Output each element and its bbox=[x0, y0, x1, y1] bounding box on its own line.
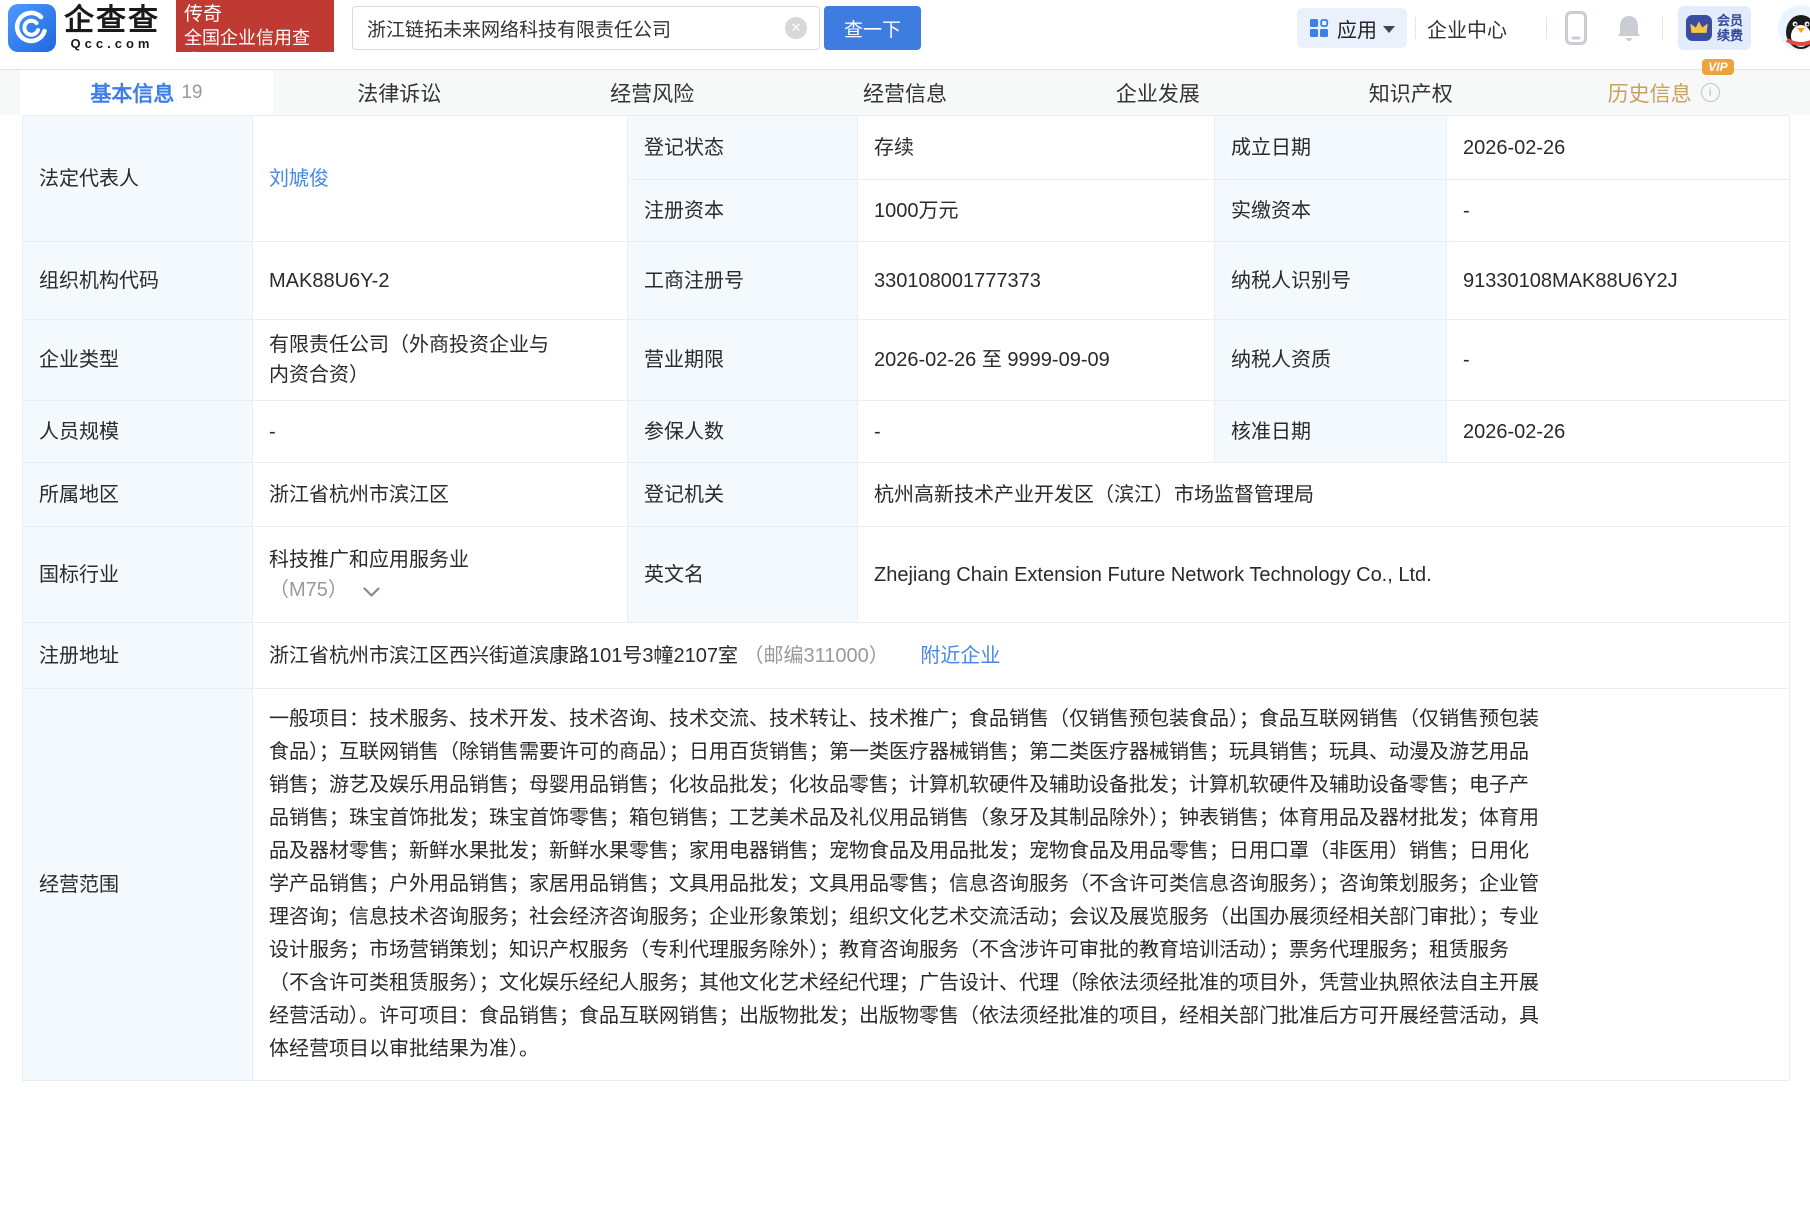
company-info-table: 法定代表人 刘虓俊 登记状态 存续 成立日期 2026-02-26 注册资本 1… bbox=[22, 115, 1790, 1081]
tab-basic-info[interactable]: 基本信息 19 bbox=[20, 70, 273, 115]
tab-operation-info[interactable]: 经营信息 bbox=[779, 70, 1032, 115]
field-label-english-name: 英文名 bbox=[628, 527, 858, 623]
bell-icon bbox=[1616, 14, 1642, 42]
field-value-reg-capital: 1000万元 bbox=[858, 180, 1215, 242]
field-label-reg-capital: 注册资本 bbox=[628, 180, 858, 242]
field-value-industry: 科技推广和应用服务业 （M75） bbox=[253, 527, 628, 623]
top-header: 企查查 Qcc.com 传奇 全国企业信用查询 ✕ 查一下 应用 企业中心 bbox=[0, 0, 1810, 56]
search-box: ✕ bbox=[352, 6, 820, 50]
notifications-button[interactable] bbox=[1616, 14, 1642, 47]
header-divider bbox=[1415, 17, 1416, 39]
field-label-biz-term: 营业期限 bbox=[628, 320, 858, 401]
nearby-companies-link[interactable]: 附近企业 bbox=[920, 645, 1000, 667]
tab-operation-risk[interactable]: 经营风险 bbox=[526, 70, 779, 115]
field-value-legal-rep: 刘虓俊 bbox=[253, 116, 628, 242]
field-label-insured-count: 参保人数 bbox=[628, 401, 858, 463]
field-value-est-date: 2026-02-26 bbox=[1447, 116, 1790, 180]
tab-company-development[interactable]: 企业发展 bbox=[1031, 70, 1284, 115]
field-value-taxpayer-qual: - bbox=[1447, 320, 1790, 401]
field-label-staff-size: 人员规模 bbox=[23, 401, 253, 463]
field-value-reg-status: 存续 bbox=[858, 116, 1215, 180]
apps-label: 应用 bbox=[1337, 14, 1377, 43]
logo-title: 企查查 bbox=[64, 5, 160, 37]
field-label-legal-rep: 法定代表人 bbox=[23, 116, 253, 242]
qcc-logo-icon bbox=[8, 4, 56, 52]
field-label-org-code: 组织机构代码 bbox=[23, 242, 253, 320]
field-label-taxpayer-id: 纳税人识别号 bbox=[1215, 242, 1447, 320]
field-value-taxpayer-id: 91330108MAK88U6Y2J bbox=[1447, 242, 1790, 320]
chevron-down-icon[interactable] bbox=[363, 587, 380, 598]
field-label-est-date: 成立日期 bbox=[1215, 116, 1447, 180]
field-value-reg-authority: 杭州高新技术产业开发区（滨江）市场监督管理局 bbox=[858, 463, 1790, 527]
industry-code: （M75） bbox=[269, 579, 348, 601]
field-value-org-code: MAK88U6Y-2 bbox=[253, 242, 628, 320]
field-value-staff-size: - bbox=[253, 401, 628, 463]
field-label-industry: 国标行业 bbox=[23, 527, 253, 623]
legal-rep-link[interactable]: 刘虓俊 bbox=[269, 168, 329, 190]
address-postcode: （邮编311000） bbox=[744, 645, 889, 667]
tab-count: 19 bbox=[181, 82, 202, 104]
field-value-business-scope: 一般项目：技术服务、技术开发、技术咨询、技术交流、技术转让、技术推广；食品销售（… bbox=[253, 689, 1790, 1081]
address-text: 浙江省杭州市滨江区西兴街道滨康路101号3幢2107室 bbox=[269, 645, 738, 667]
crown-icon bbox=[1686, 15, 1712, 41]
field-label-reg-status: 登记状态 bbox=[628, 116, 858, 180]
field-value-biz-reg-no: 330108001777373 bbox=[858, 242, 1215, 320]
field-value-region: 浙江省杭州市滨江区 bbox=[253, 463, 628, 527]
tab-history-info[interactable]: 历史信息 VIP i bbox=[1537, 70, 1790, 115]
tab-label: 基本信息 bbox=[90, 78, 174, 108]
qcc-logo[interactable]: 企查查 Qcc.com bbox=[8, 4, 160, 52]
vip-label-line2: 续费 bbox=[1717, 28, 1743, 43]
header-divider bbox=[1546, 17, 1547, 39]
vip-badge: VIP bbox=[1702, 59, 1733, 75]
field-value-english-name: Zhejiang Chain Extension Future Network … bbox=[858, 527, 1790, 623]
field-value-approval-date: 2026-02-26 bbox=[1447, 401, 1790, 463]
apps-grid-icon bbox=[1309, 18, 1329, 38]
mobile-app-button[interactable] bbox=[1565, 11, 1587, 50]
section-tabbar: 基本信息 19 法律诉讼 经营风险 经营信息 企业发展 知识产权 历史信息 VI… bbox=[0, 69, 1810, 115]
business-scope-text: 一般项目：技术服务、技术开发、技术咨询、技术交流、技术转让、技术推广；食品销售（… bbox=[269, 699, 1541, 1070]
logo-subtitle: Qcc.com bbox=[71, 37, 154, 51]
field-label-approval-date: 核准日期 bbox=[1215, 401, 1447, 463]
phone-icon bbox=[1565, 11, 1587, 45]
field-value-biz-term: 2026-02-26 至 9999-09-09 bbox=[858, 320, 1215, 401]
search-clear-icon[interactable]: ✕ bbox=[785, 17, 807, 39]
field-label-region: 所属地区 bbox=[23, 463, 253, 527]
enterprise-center-link[interactable]: 企业中心 bbox=[1427, 14, 1507, 43]
tab-label: 历史信息 bbox=[1608, 78, 1692, 108]
field-label-company-type: 企业类型 bbox=[23, 320, 253, 401]
field-value-company-type: 有限责任公司（外商投资企业与内资合资） bbox=[253, 320, 628, 401]
field-value-paid-capital: - bbox=[1447, 180, 1790, 242]
tab-label: 法律诉讼 bbox=[357, 78, 441, 108]
penguin-avatar[interactable] bbox=[1778, 5, 1810, 51]
field-value-address: 浙江省杭州市滨江区西兴街道滨康路101号3幢2107室 （邮编311000） 附… bbox=[253, 623, 1790, 689]
field-label-biz-reg-no: 工商注册号 bbox=[628, 242, 858, 320]
field-value-insured-count: - bbox=[858, 401, 1215, 463]
search-button[interactable]: 查一下 bbox=[824, 6, 921, 50]
tab-legal-litigation[interactable]: 法律诉讼 bbox=[273, 70, 526, 115]
promo-banner: 传奇 全国企业信用查询 bbox=[176, 0, 334, 52]
field-label-address: 注册地址 bbox=[23, 623, 253, 689]
field-label-paid-capital: 实缴资本 bbox=[1215, 180, 1447, 242]
field-label-business-scope: 经营范围 bbox=[23, 689, 253, 1081]
promo-line1: 传奇 bbox=[184, 3, 326, 27]
apps-menu-button[interactable]: 应用 bbox=[1297, 8, 1407, 48]
header-divider bbox=[1662, 17, 1663, 39]
tab-label: 经营风险 bbox=[610, 78, 694, 108]
caret-down-icon bbox=[1383, 26, 1395, 33]
field-label-reg-authority: 登记机关 bbox=[628, 463, 858, 527]
penguin-icon bbox=[1778, 5, 1810, 51]
tab-label: 企业发展 bbox=[1116, 78, 1200, 108]
field-label-taxpayer-qual: 纳税人资质 bbox=[1215, 320, 1447, 401]
tab-intellectual-property[interactable]: 知识产权 bbox=[1284, 70, 1537, 115]
info-icon[interactable]: i bbox=[1701, 83, 1720, 102]
tab-label: 经营信息 bbox=[863, 78, 947, 108]
tab-label: 知识产权 bbox=[1369, 78, 1453, 108]
search-input[interactable] bbox=[353, 17, 785, 39]
vip-label-line1: 会员 bbox=[1717, 13, 1743, 28]
promo-line2: 全国企业信用查询 bbox=[184, 27, 326, 73]
vip-renew-button[interactable]: 会员 续费 bbox=[1678, 6, 1751, 50]
